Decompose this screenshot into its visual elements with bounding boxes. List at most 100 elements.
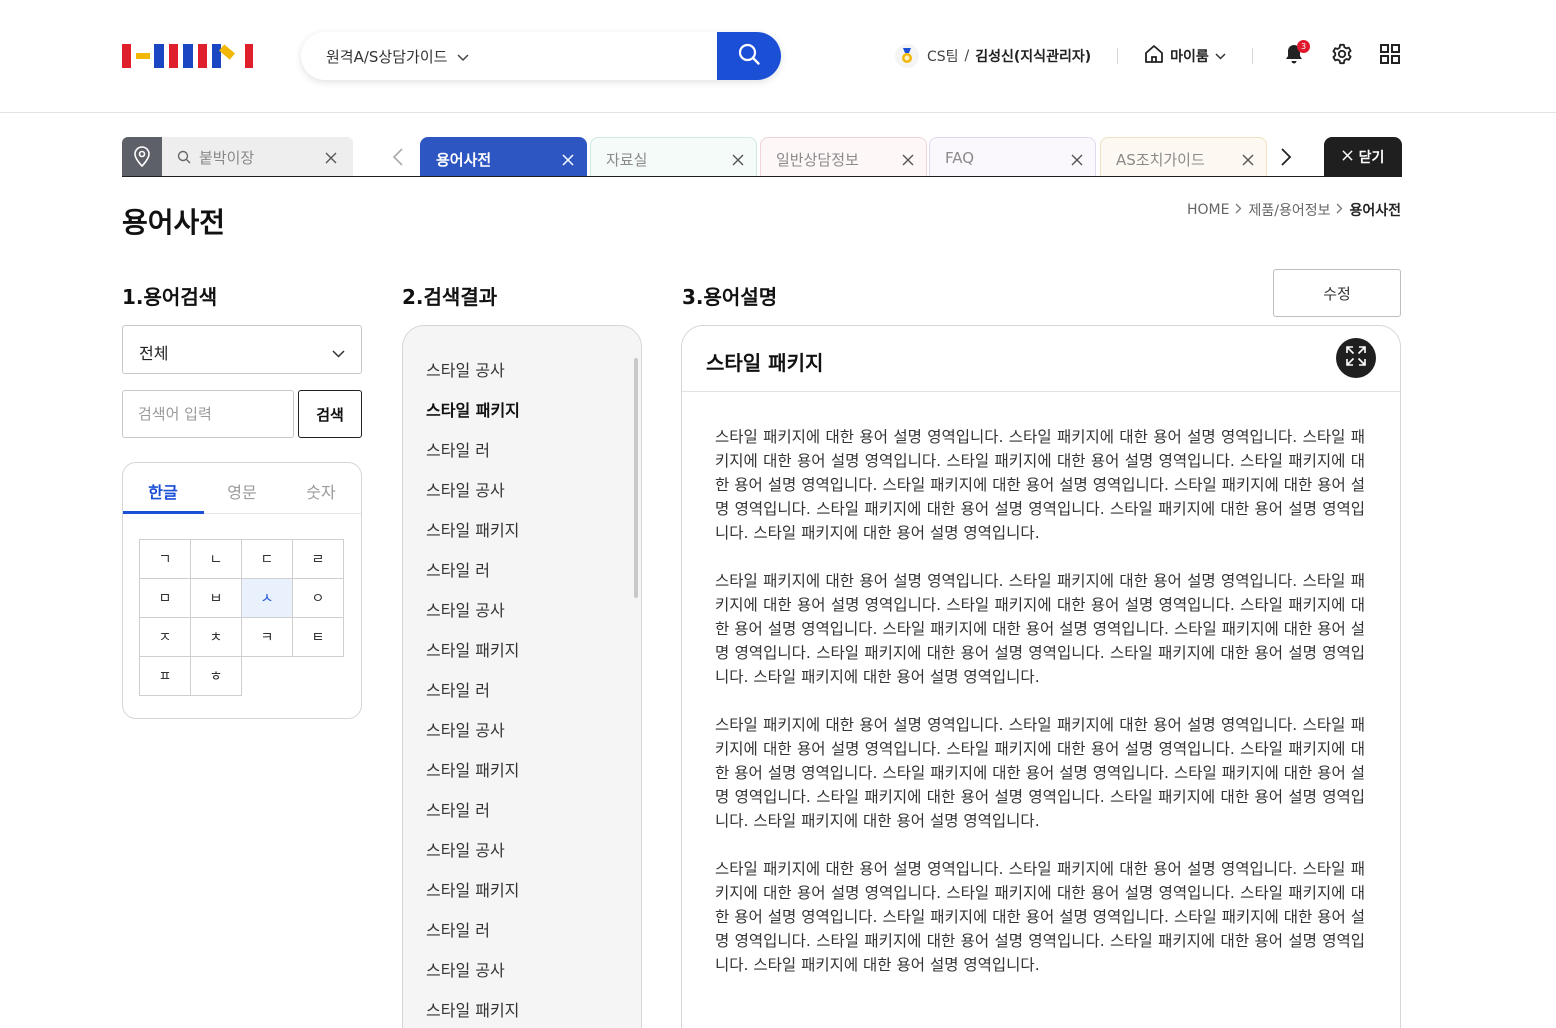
user-team: CS팀 [927, 49, 959, 65]
category-select-value: 전체 [139, 344, 169, 363]
tab-label: 자료실 [606, 151, 648, 169]
expand-button[interactable] [1336, 338, 1376, 378]
consonant-button[interactable]: ㅋ [241, 617, 293, 657]
keyword-search-button[interactable]: 검색 [298, 390, 362, 438]
list-item[interactable]: 스타일 공사 [426, 717, 505, 741]
consonant-button[interactable]: ㅁ [139, 578, 191, 618]
list-item[interactable]: 스타일 러 [426, 917, 490, 941]
list-item[interactable]: 스타일 패키지 [426, 637, 519, 661]
chevron-right-icon[interactable] [1280, 147, 1292, 171]
list-item[interactable]: 스타일 러 [426, 797, 490, 821]
search-category-select[interactable]: 원격A/S상담가이드 [326, 46, 469, 67]
tab-general-consult[interactable]: 일반상담정보 [760, 137, 927, 177]
list-item-selected[interactable]: 스타일 패키지 [426, 397, 520, 421]
consonant-button[interactable]: ㅊ [190, 617, 242, 657]
consonant-button[interactable]: ㄷ [241, 539, 293, 579]
list-item[interactable]: 스타일 패키지 [426, 997, 519, 1021]
tab-as-guide[interactable]: AS조치가이드 [1100, 137, 1267, 177]
list-item[interactable]: 스타일 공사 [426, 357, 505, 381]
close-icon[interactable] [732, 151, 744, 170]
list-item[interactable]: 스타일 러 [426, 437, 490, 461]
chevron-left-icon[interactable] [392, 147, 404, 171]
global-header: 원격A/S상담가이드 CS팀 / 김성신(지식관리자) 마이룸 3 [0, 0, 1556, 113]
consonant-button[interactable]: ㅇ [292, 578, 344, 618]
search-results-list: 스타일 공사 스타일 패키지 스타일 러 스타일 공사 스타일 패키지 스타일 … [402, 325, 642, 1028]
home-icon [1144, 44, 1164, 68]
list-item[interactable]: 스타일 러 [426, 557, 490, 581]
list-item[interactable]: 스타일 패키지 [426, 517, 519, 541]
description-paragraph: 스타일 패키지에 대한 용어 설명 영역입니다. 스타일 패키지에 대한 용어 … [715, 716, 1365, 830]
gear-icon [1331, 43, 1353, 69]
list-item[interactable]: 스타일 패키지 [426, 757, 519, 781]
active-tab-indicator [123, 511, 204, 514]
chevron-right-icon [1336, 202, 1343, 218]
tab-english[interactable]: 영문 [202, 479, 282, 503]
category-select[interactable]: 전체 [122, 325, 362, 374]
edit-button[interactable]: 수정 [1273, 269, 1401, 317]
consonant-button[interactable]: ㄱ [139, 539, 191, 579]
keyword-input[interactable] [122, 390, 294, 438]
consonant-button-selected[interactable]: ㅅ [241, 578, 293, 618]
notification-button[interactable]: 3 [1282, 40, 1310, 68]
apps-button[interactable] [1378, 44, 1402, 68]
close-all-tabs-button[interactable]: 닫기 [1324, 137, 1402, 177]
list-item[interactable]: 스타일 공사 [426, 597, 505, 621]
expand-icon [1345, 345, 1367, 371]
term-description-header: 스타일 패키지 [682, 326, 1400, 392]
consonant-button[interactable]: ㅌ [292, 617, 344, 657]
tab-terms[interactable]: 용어사전 [420, 137, 587, 177]
section-title-description: 3.용어설명 [682, 285, 778, 309]
term-description-body: 스타일 패키지에 대한 용어 설명 영역입니다. 스타일 패키지에 대한 용어 … [715, 425, 1365, 1001]
search-category-label: 원격A/S상담가이드 [326, 48, 448, 66]
tab-korean[interactable]: 한글 [123, 479, 203, 503]
chevron-down-icon [332, 343, 345, 362]
list-item[interactable]: 스타일 러 [426, 677, 490, 701]
consonant-button[interactable]: ㄹ [292, 539, 344, 579]
tab-label: AS조치가이드 [1116, 151, 1205, 169]
settings-button[interactable] [1330, 43, 1354, 69]
breadcrumb-home[interactable]: HOME [1187, 202, 1229, 218]
tab-faq[interactable]: FAQ [929, 137, 1096, 177]
myroom-menu[interactable]: 마이룸 [1144, 44, 1226, 68]
term-title: 스타일 패키지 [706, 351, 824, 375]
search-button[interactable] [717, 32, 781, 80]
search-icon [177, 149, 191, 168]
tab-number[interactable]: 숫자 [281, 479, 361, 503]
close-icon[interactable] [1242, 151, 1254, 170]
close-icon[interactable] [1071, 151, 1083, 170]
section-title-search: 1.용어검색 [122, 285, 218, 309]
consonant-button[interactable]: ㅂ [190, 578, 242, 618]
tab-label: 용어사전 [436, 151, 492, 169]
logo-mark [154, 44, 164, 68]
consonant-button[interactable]: ㅈ [139, 617, 191, 657]
consonant-button[interactable]: ㅎ [190, 656, 242, 696]
term-description-panel: 스타일 패키지 스타일 패키지에 대한 용어 설명 영역입니다. 스타일 패키지… [681, 325, 1401, 1028]
logo-mark [198, 44, 207, 68]
logo-mark [245, 44, 253, 68]
consonant-button[interactable]: ㅍ [139, 656, 191, 696]
user-name: 김성신(지식관리자) [975, 49, 1092, 65]
logo[interactable] [122, 44, 258, 68]
divider [1251, 48, 1253, 64]
breadcrumb-current: 용어사전 [1349, 203, 1401, 219]
list-item[interactable]: 스타일 공사 [426, 957, 505, 981]
chevron-down-icon [1215, 48, 1226, 64]
close-icon[interactable] [325, 149, 337, 168]
breadcrumb: HOME 제품/용어정보 용어사전 [1187, 200, 1401, 220]
tab-library[interactable]: 자료실 [590, 137, 757, 177]
location-search-box[interactable]: 붙박이장 [122, 137, 353, 176]
logo-mark [183, 44, 193, 68]
chevron-right-icon [1235, 202, 1242, 218]
list-item[interactable]: 스타일 공사 [426, 837, 505, 861]
consonant-button[interactable]: ㄴ [190, 539, 242, 579]
logo-mark [136, 53, 150, 59]
close-icon[interactable] [902, 151, 914, 170]
close-icon[interactable] [562, 151, 574, 170]
scrollbar-thumb[interactable] [634, 358, 638, 598]
list-item[interactable]: 스타일 패키지 [426, 877, 519, 901]
user-separator: / [964, 48, 970, 64]
logo-mark [212, 44, 238, 68]
myroom-label: 마이룸 [1170, 49, 1209, 65]
list-item[interactable]: 스타일 공사 [426, 477, 505, 501]
breadcrumb-item[interactable]: 제품/용어정보 [1248, 200, 1330, 220]
